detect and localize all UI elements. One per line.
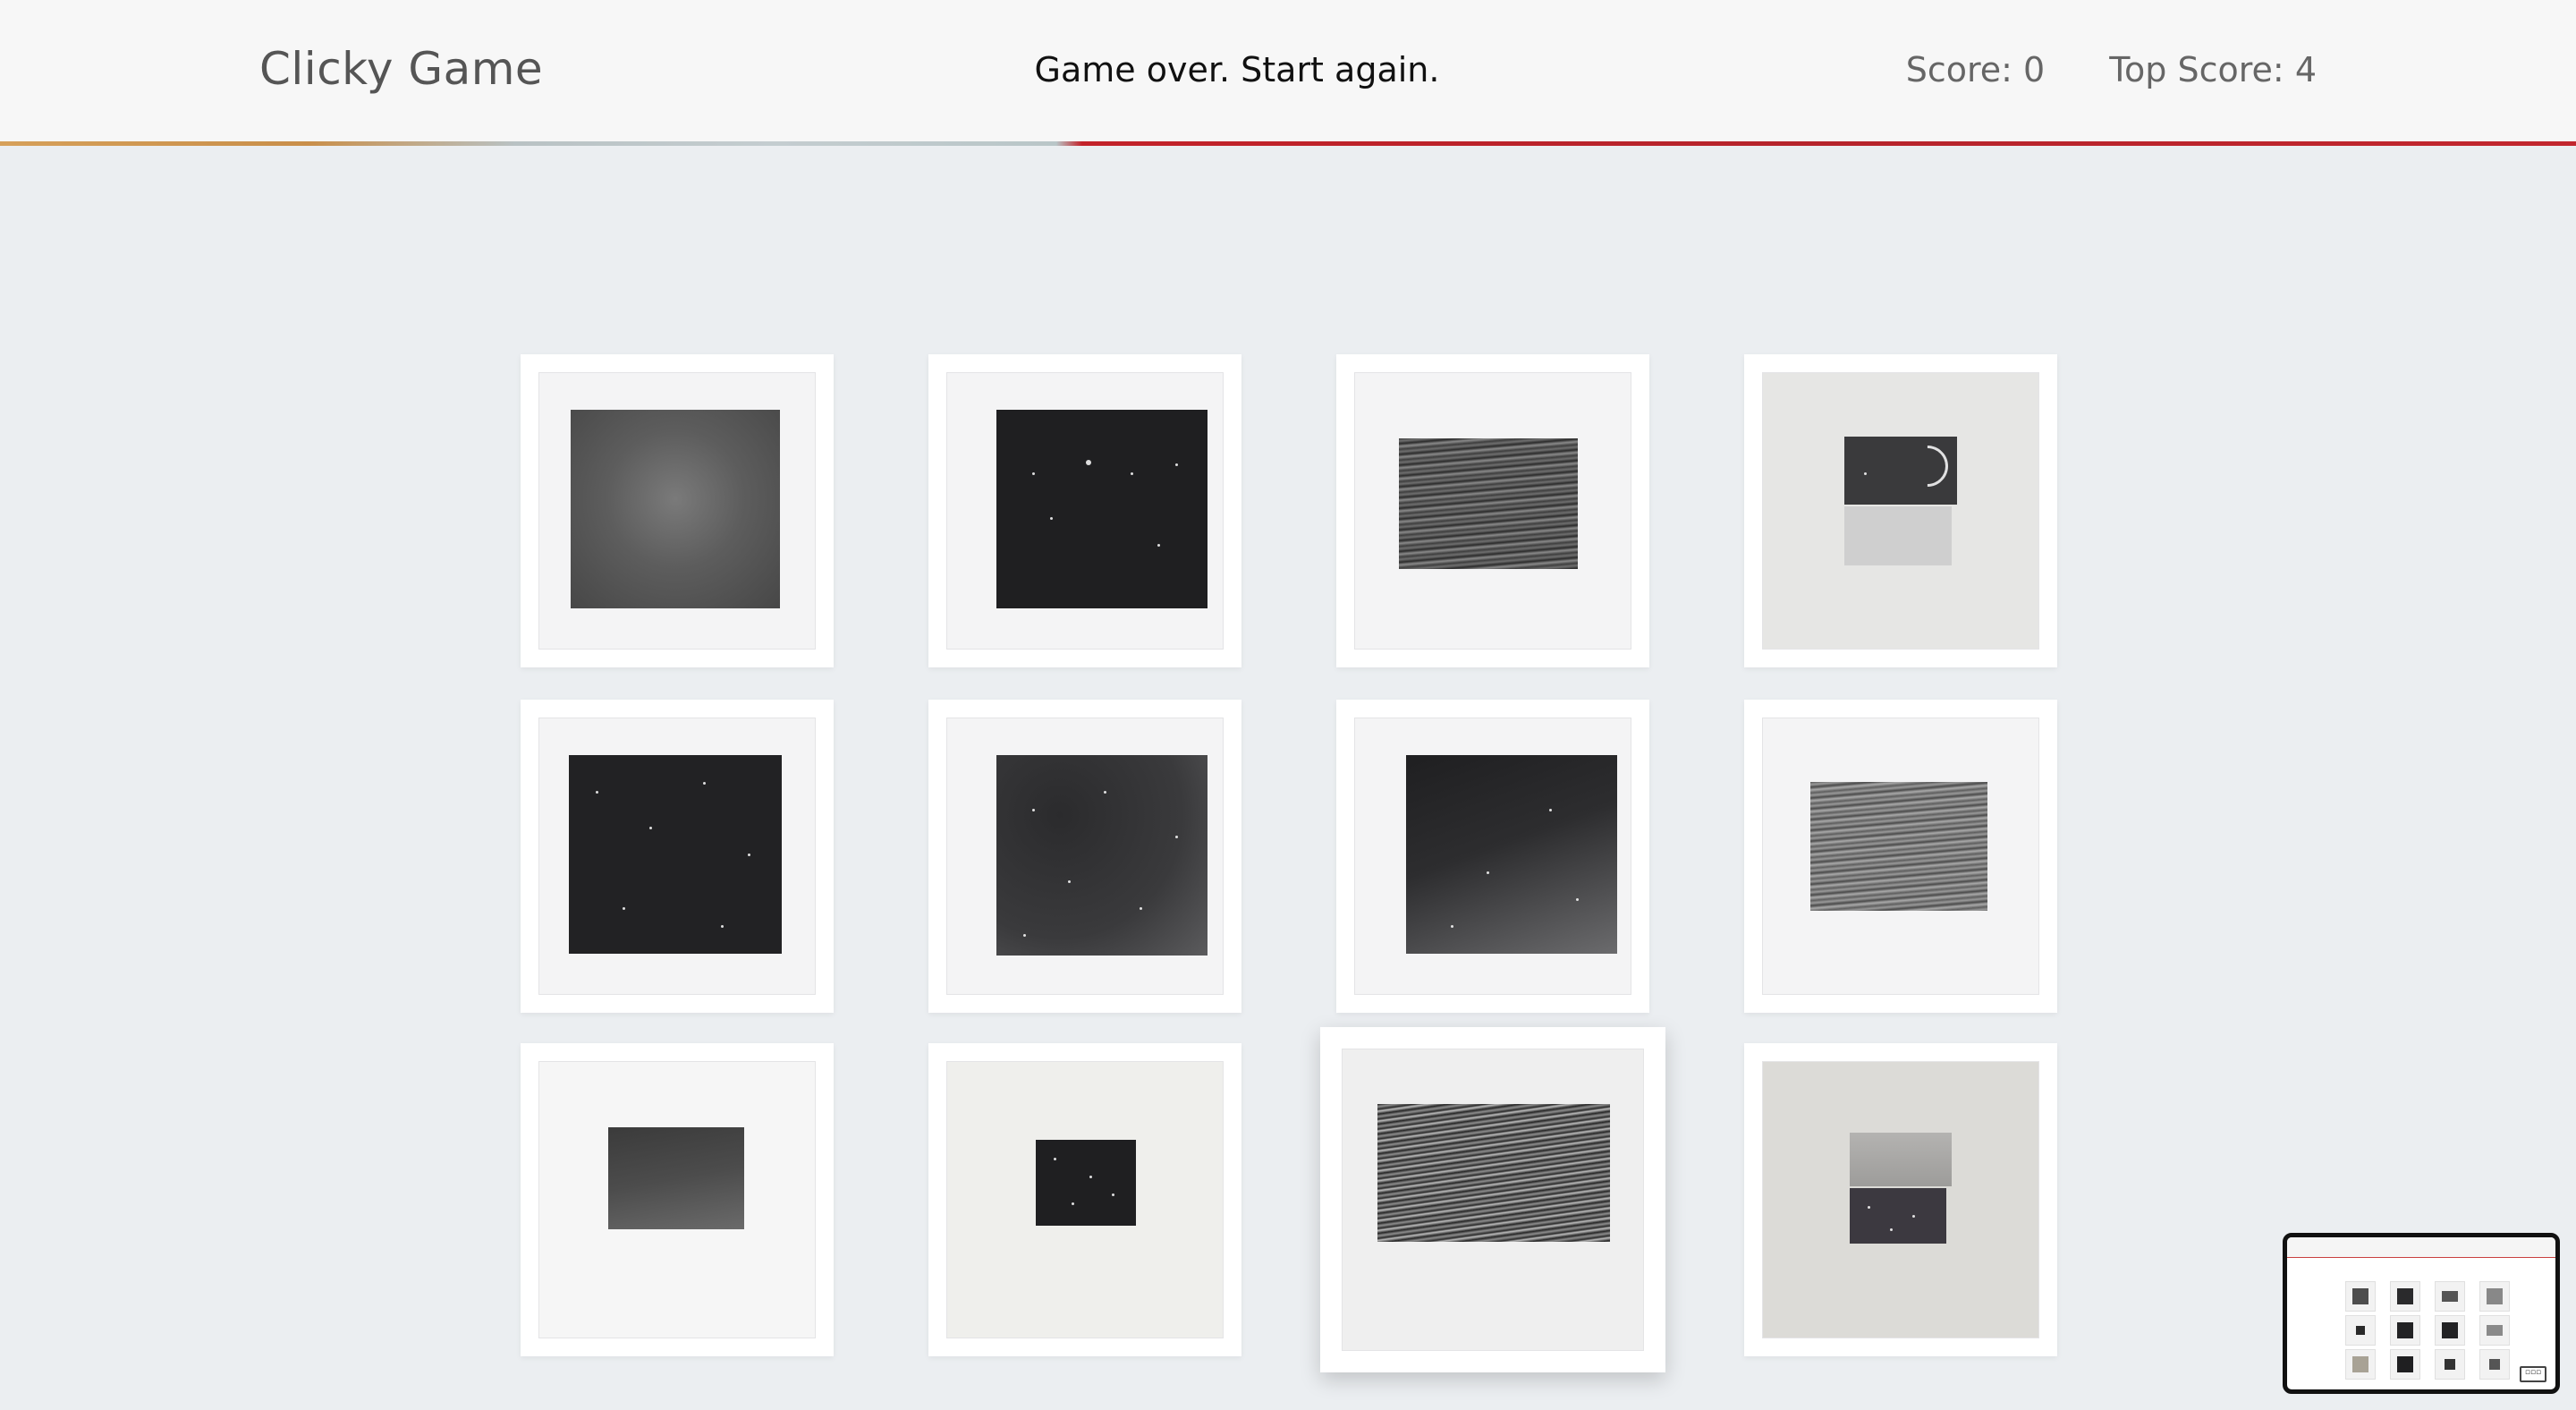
card-moon-diptych[interactable]: [1744, 354, 2057, 667]
ocean-image: [1810, 782, 1987, 911]
ocean-image: [1377, 1104, 1610, 1242]
print-paper: [1342, 1049, 1644, 1351]
starfield-image: [996, 755, 1208, 956]
print-paper: [1354, 372, 1631, 650]
card-ocean-light[interactable]: [1744, 700, 2057, 1013]
card-small-stars[interactable]: [928, 1043, 1241, 1356]
starfield-image: [571, 410, 780, 608]
ocean-image: [1399, 438, 1578, 569]
starfield-image: [1850, 1188, 1946, 1244]
card-ocean-wide[interactable]: [1336, 354, 1649, 667]
minimap-header: [2287, 1237, 2555, 1258]
navbar: Clicky Game Game over. Start again. Scor…: [0, 0, 2576, 141]
card-ship-diptych[interactable]: [1744, 1043, 2057, 1356]
grey-panel-image: [1844, 506, 1952, 565]
card-starfield-dense[interactable]: [521, 700, 834, 1013]
minimap-toggle-icon[interactable]: ▫▫▫: [2520, 1366, 2546, 1382]
print-paper: [538, 372, 816, 650]
print-paper: [946, 1061, 1224, 1338]
navbar-stripe: [0, 141, 2576, 146]
score-panel: Score: 0 Top Score: 4: [1906, 50, 2317, 89]
ship-image: [1850, 1133, 1952, 1186]
card-starfield-diagonal[interactable]: [1336, 700, 1649, 1013]
score-value: Score: 0: [1905, 50, 2046, 89]
print-paper: [538, 718, 816, 995]
card-starfield-black[interactable]: [928, 354, 1241, 667]
starfield-image: [996, 410, 1208, 608]
print-paper: [1762, 1061, 2039, 1338]
print-paper: [1354, 718, 1631, 995]
page-minimap[interactable]: ▫▫▫: [2283, 1233, 2560, 1394]
starfield-image: [1036, 1140, 1136, 1226]
top-score-value: Top Score: 4: [2109, 50, 2317, 89]
starfield-image: [569, 755, 782, 954]
smoke-image: [608, 1127, 744, 1229]
card-ocean-dark[interactable]: [1320, 1027, 1665, 1372]
moon-image: [1844, 437, 1957, 505]
print-paper: [1762, 718, 2039, 995]
print-paper: [538, 1061, 816, 1338]
print-paper: [1762, 372, 2039, 650]
print-paper: [946, 718, 1224, 995]
print-paper: [946, 372, 1224, 650]
starfield-image: [1406, 755, 1617, 954]
card-starfield-grey[interactable]: [521, 354, 834, 667]
card-starfield-foggy[interactable]: [928, 700, 1241, 1013]
card-small-smoke[interactable]: [521, 1043, 834, 1356]
